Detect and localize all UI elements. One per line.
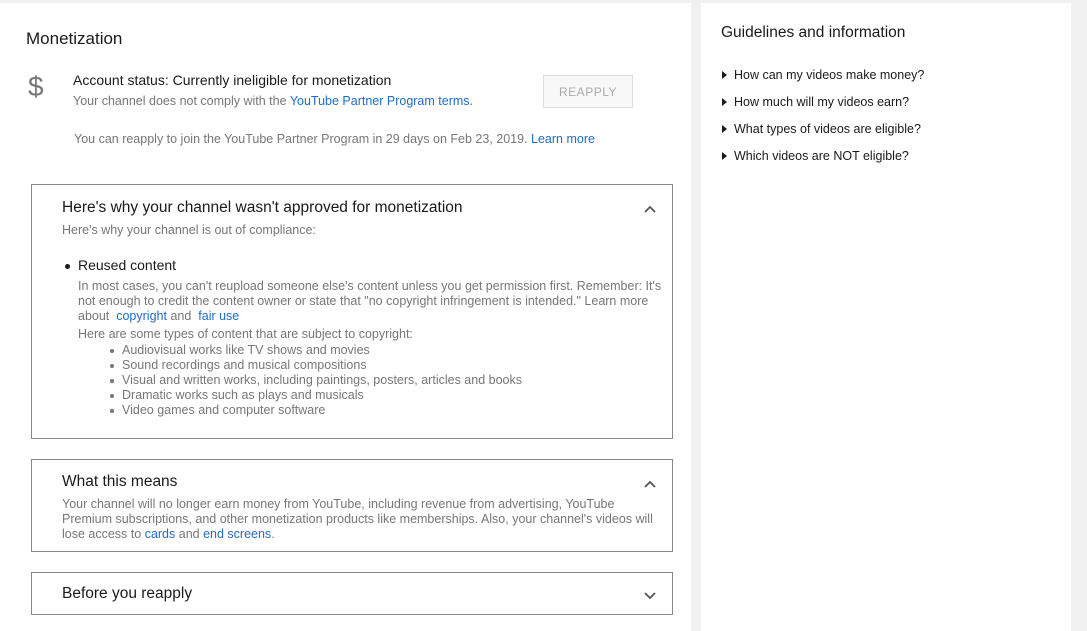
guideline-item-label: How can my videos make money? bbox=[734, 67, 925, 82]
guidelines-card: Guidelines and information How can my vi… bbox=[701, 3, 1071, 631]
and-text: and bbox=[175, 527, 204, 541]
triangle-right-icon bbox=[722, 70, 727, 79]
reapply-button[interactable]: REAPPLY bbox=[543, 75, 633, 108]
status-subtext: Your channel does not comply with the Yo… bbox=[73, 94, 473, 108]
list-item: Dramatic works such as plays and musical… bbox=[110, 388, 522, 403]
list-item: Audiovisual works like TV shows and movi… bbox=[110, 343, 522, 358]
status-subtext-prefix: Your channel does not comply with the bbox=[73, 94, 290, 108]
reused-content-paragraph: In most cases, you can't reupload someon… bbox=[78, 279, 668, 324]
reapply-note: You can reapply to join the YouTube Part… bbox=[74, 132, 595, 146]
copyright-link[interactable]: copyright bbox=[116, 309, 167, 323]
chevron-up-icon[interactable] bbox=[644, 205, 656, 213]
why-not-approved-subtitle: Here's why your channel is out of compli… bbox=[62, 223, 316, 237]
end-screens-link[interactable]: end screens bbox=[203, 527, 271, 541]
dollar-icon: $ bbox=[28, 71, 44, 102]
why-not-approved-title[interactable]: Here's why your channel wasn't approved … bbox=[62, 199, 463, 217]
fair-use-link[interactable]: fair use bbox=[198, 309, 239, 323]
copyright-types-intro: Here are some types of content that are … bbox=[78, 327, 413, 341]
partner-program-terms-link[interactable]: YouTube Partner Program terms. bbox=[290, 94, 473, 108]
before-you-reapply-panel[interactable]: Before you reapply bbox=[31, 572, 673, 615]
guideline-item[interactable]: Which videos are NOT eligible? bbox=[722, 142, 924, 169]
monetization-card: Monetization $ Account status: Currently… bbox=[0, 3, 691, 631]
account-status: Account status: Currently ineligible for… bbox=[73, 72, 392, 88]
guideline-item[interactable]: How can my videos make money? bbox=[722, 61, 924, 88]
period-text: . bbox=[271, 527, 275, 541]
what-this-means-panel: What this means Your channel will no lon… bbox=[31, 459, 673, 552]
guideline-item-label: Which videos are NOT eligible? bbox=[734, 148, 909, 163]
cards-link[interactable]: cards bbox=[145, 527, 176, 541]
chevron-up-icon[interactable] bbox=[644, 480, 656, 488]
and-text: and bbox=[170, 309, 192, 323]
learn-more-link[interactable]: Learn more bbox=[531, 132, 595, 146]
list-item: Visual and written works, including pain… bbox=[110, 373, 522, 387]
reapply-note-text: You can reapply to join the YouTube Part… bbox=[74, 132, 532, 146]
copyright-types-list: Audiovisual works like TV shows and movi… bbox=[110, 343, 522, 418]
before-you-reapply-title[interactable]: Before you reapply bbox=[62, 585, 192, 603]
guideline-item-label: What types of videos are eligible? bbox=[734, 121, 921, 136]
reused-content-heading: Reused content bbox=[64, 257, 177, 273]
list-item: Sound recordings and musical composition… bbox=[110, 358, 522, 373]
chevron-down-icon[interactable] bbox=[644, 592, 656, 600]
triangle-right-icon bbox=[722, 124, 727, 133]
guideline-item-label: How much will my videos earn? bbox=[734, 94, 910, 109]
page-title: Monetization bbox=[26, 29, 123, 48]
why-not-approved-panel: Here's why your channel wasn't approved … bbox=[31, 184, 673, 439]
what-this-means-text: Your channel will no longer earn money f… bbox=[62, 497, 662, 542]
triangle-right-icon bbox=[722, 151, 727, 160]
guidelines-list: How can my videos make money? How much w… bbox=[722, 61, 924, 169]
guideline-item[interactable]: What types of videos are eligible? bbox=[722, 115, 924, 142]
what-this-means-title[interactable]: What this means bbox=[62, 473, 177, 491]
list-item: Video games and computer software bbox=[110, 403, 522, 418]
guideline-item[interactable]: How much will my videos earn? bbox=[722, 88, 924, 115]
triangle-right-icon bbox=[722, 97, 727, 106]
guidelines-title: Guidelines and information bbox=[721, 24, 906, 41]
